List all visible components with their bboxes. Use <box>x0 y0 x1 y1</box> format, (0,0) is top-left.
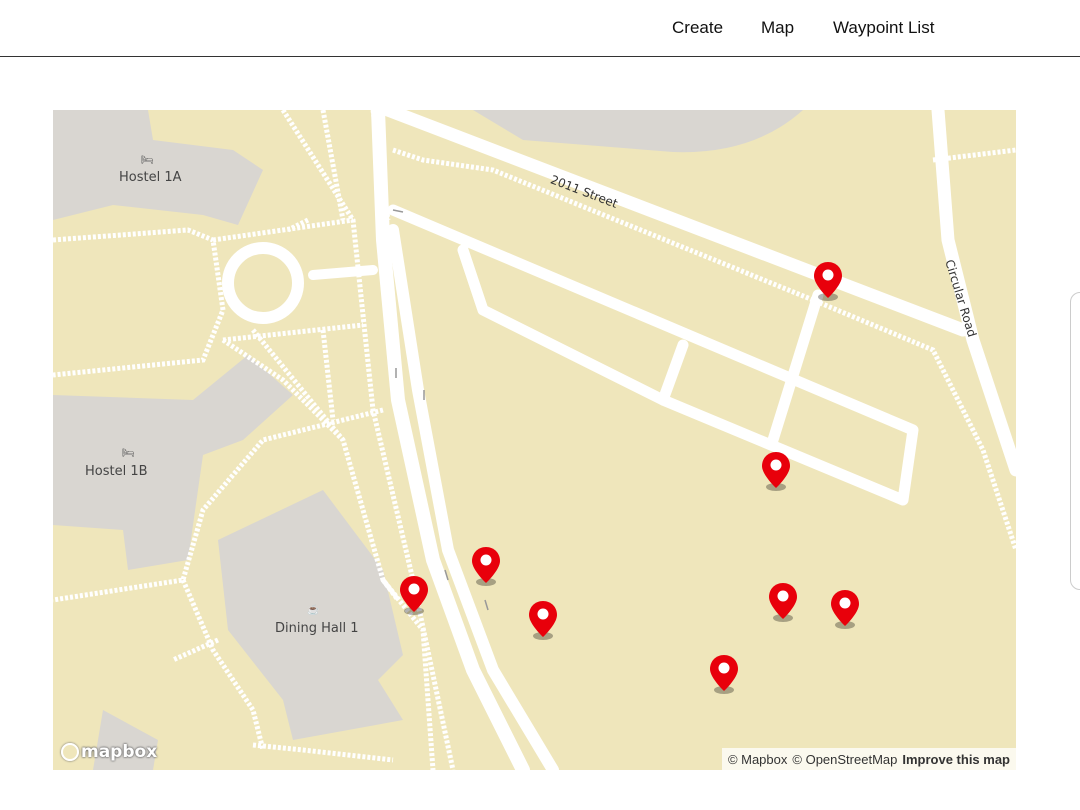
mapbox-logo-icon <box>61 743 79 761</box>
mapbox-logo-text: mapbox <box>81 742 158 762</box>
map-pin-icon[interactable] <box>708 653 740 695</box>
map-pin-icon[interactable] <box>767 581 799 623</box>
nav-link-waypoint-list[interactable]: Waypoint List <box>833 18 934 38</box>
bed-icon: 🛏 <box>122 448 135 459</box>
improve-map-link[interactable]: Improve this map <box>902 752 1010 767</box>
nav-link-map[interactable]: Map <box>761 18 794 38</box>
map-pin-icon[interactable] <box>470 545 502 587</box>
cafe-icon: ☕ <box>307 605 320 616</box>
top-navbar: Create Map Waypoint List <box>0 0 1080 57</box>
place-label-hostel-1b: Hostel 1B <box>85 464 148 479</box>
mapbox-logo[interactable]: mapbox <box>61 742 157 762</box>
attribution-mapbox-link[interactable]: © Mapbox <box>728 752 787 767</box>
map-pin-icon[interactable] <box>812 260 844 302</box>
map-basemap <box>53 110 1016 770</box>
map-pin-icon[interactable] <box>829 588 861 630</box>
map-pin-icon[interactable] <box>398 574 430 616</box>
map-pin-icon[interactable] <box>527 599 559 641</box>
place-label-hostel-1a: Hostel 1A <box>119 170 182 185</box>
side-panel-handle[interactable] <box>1070 292 1080 590</box>
map-pin-icon[interactable] <box>760 450 792 492</box>
nav-link-create[interactable]: Create <box>672 18 723 38</box>
bed-icon: 🛏 <box>141 155 154 166</box>
attribution-osm-link[interactable]: © OpenStreetMap <box>792 752 897 767</box>
map-canvas[interactable]: 🛏 Hostel 1A 🛏 Hostel 1B ☕ Dining Hall 1 … <box>53 110 1016 770</box>
place-label-dining-hall-1: Dining Hall 1 <box>275 621 359 636</box>
map-attribution: © Mapbox © OpenStreetMap Improve this ma… <box>721 748 1016 770</box>
